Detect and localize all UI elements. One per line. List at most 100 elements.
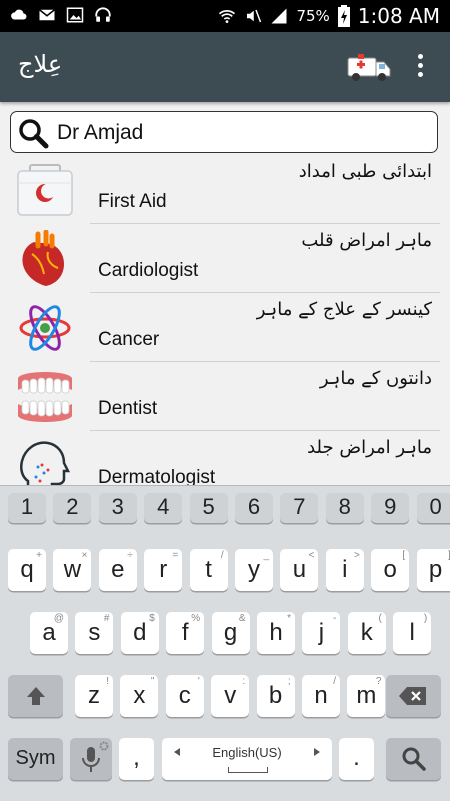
backspace-icon — [399, 687, 426, 705]
key-label: 3 — [111, 494, 124, 519]
key-label: g — [223, 619, 238, 646]
list-item-dermatologist[interactable]: ماہر امراض جلد Dermatologist — [0, 431, 450, 485]
space-bar-indicator — [228, 767, 268, 773]
ambulance-icon[interactable] — [346, 50, 392, 82]
app-bar: عِلاج — [0, 32, 450, 102]
key-label: 9 — [384, 494, 397, 519]
key-label: 2 — [66, 494, 79, 519]
period-key[interactable]: . — [339, 738, 374, 780]
category-list: ابتدائی طبی امداد First Aid ماہر امراض ق… — [0, 155, 450, 485]
category-urdu-label: ابتدائی طبی امداد — [298, 161, 432, 182]
key-z[interactable]: ! z — [75, 675, 113, 717]
signal-icon — [271, 8, 287, 24]
key-7[interactable]: 7 — [280, 493, 319, 523]
key-label: m — [356, 682, 377, 709]
key-m[interactable]: ? m — [347, 675, 386, 717]
key-e[interactable]: ÷ e — [98, 549, 137, 591]
key-label: 7 — [293, 494, 306, 519]
search-input[interactable] — [55, 116, 429, 150]
shift-key[interactable] — [8, 675, 63, 717]
comma-key[interactable]: , — [119, 738, 154, 780]
key-a[interactable]: @ a — [30, 612, 68, 654]
battery-percent: 75% — [296, 7, 330, 25]
key-b[interactable]: ; b — [256, 675, 295, 717]
key-6[interactable]: 6 — [235, 493, 273, 523]
key-p[interactable]: ]p — [416, 549, 450, 591]
category-urdu-label: دانتوں کے ماہر — [319, 368, 432, 389]
key-label: n — [314, 682, 328, 709]
mute-icon — [247, 9, 262, 23]
key-label: 4 — [157, 494, 170, 519]
key-q[interactable]: + q — [8, 549, 46, 591]
shift-arrow-icon — [27, 687, 45, 705]
key-label: 0 — [429, 494, 442, 519]
category-urdu-label: ماہر امراض قلب — [301, 230, 432, 251]
atom-icon — [19, 305, 71, 351]
list-item-cancer[interactable]: کینسر کے علاج کے ماہر Cancer — [0, 293, 450, 362]
app-title: عِلاج — [18, 50, 63, 78]
key-label: p — [428, 556, 443, 583]
settings-gear-icon — [99, 741, 109, 751]
sym-label: Sym — [15, 747, 56, 769]
key-u[interactable]: < u — [280, 549, 319, 591]
key-l[interactable]: ) l — [393, 612, 432, 654]
key-label: 6 — [247, 494, 261, 519]
first-aid-kit-icon — [17, 164, 73, 216]
key-0[interactable]: 0 — [416, 493, 450, 523]
key-label: s — [88, 619, 101, 646]
key-n[interactable]: / n — [302, 675, 340, 717]
key-2[interactable]: 2 — [53, 493, 92, 523]
period-label: . — [353, 744, 360, 771]
key-label: z — [88, 682, 100, 709]
key-j[interactable]: -j — [302, 612, 341, 654]
key-x[interactable]: " x — [120, 675, 159, 717]
key-3[interactable]: 3 — [98, 493, 137, 523]
key-w[interactable]: × w — [53, 549, 92, 591]
backspace-key[interactable] — [386, 675, 441, 717]
key-5[interactable]: 5 — [189, 493, 228, 523]
key-o[interactable]: [o — [371, 549, 410, 591]
key-k[interactable]: (k — [347, 612, 386, 654]
key-y[interactable]: _ y — [235, 549, 273, 591]
key-r[interactable]: = r — [144, 549, 183, 591]
headphones-icon — [95, 7, 111, 22]
category-english-label: Dentist — [98, 398, 158, 419]
teeth-icon — [18, 372, 72, 422]
key-4[interactable]: 4 — [144, 493, 183, 523]
list-item-first-aid[interactable]: ابتدائی طبی امداد First Aid — [0, 155, 450, 224]
key-1[interactable]: 1 — [8, 493, 46, 523]
voice-input-key[interactable] — [70, 738, 112, 780]
key-label: h — [269, 619, 283, 646]
key-label: 1 — [20, 494, 34, 519]
key-label: c — [178, 682, 191, 709]
microphone-icon — [82, 747, 100, 772]
category-urdu-label: کینسر کے علاج کے ماہر — [256, 299, 432, 320]
category-english-label: First Aid — [98, 191, 167, 212]
list-item-dentist[interactable]: دانتوں کے ماہر Dentist — [0, 362, 450, 431]
key-h[interactable]: * h — [257, 612, 295, 654]
key-8[interactable]: 8 — [325, 493, 364, 523]
clock: 1:08 AM — [357, 4, 440, 28]
category-english-label: Cancer — [98, 329, 160, 350]
key-v[interactable]: :v — [211, 675, 250, 717]
key-t[interactable]: / t — [189, 549, 228, 591]
overflow-menu-icon[interactable] — [408, 50, 432, 84]
key-i[interactable]: > i — [325, 549, 364, 591]
key-f[interactable]: % f — [166, 612, 205, 654]
key-label: i — [342, 556, 348, 583]
key-d[interactable]: $ d — [120, 612, 159, 654]
sym-key[interactable]: Sym — [8, 738, 63, 780]
search-key[interactable] — [386, 738, 441, 780]
key-label: 8 — [338, 494, 351, 519]
key-9[interactable]: 9 — [371, 493, 410, 523]
key-label: w — [63, 556, 82, 583]
key-g[interactable]: & g — [211, 612, 250, 654]
key-label: t — [205, 556, 212, 583]
key-c[interactable]: ' c — [165, 675, 204, 717]
wifi-icon — [219, 10, 236, 23]
key-s[interactable]: # s — [75, 612, 114, 654]
list-item-cardiologist[interactable]: ماہر امراض قلب Cardiologist — [0, 224, 450, 293]
comma-label: , — [133, 744, 140, 771]
space-key[interactable]: English(US) — [162, 738, 332, 780]
key-label: q — [20, 556, 34, 583]
